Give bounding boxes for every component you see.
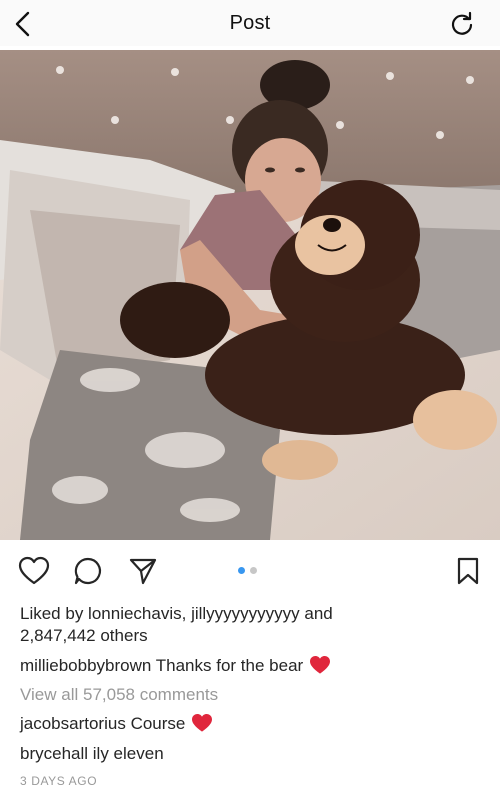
back-button[interactable] bbox=[6, 6, 42, 42]
like-button[interactable] bbox=[17, 554, 51, 588]
action-bar bbox=[0, 548, 500, 592]
liked-user-link[interactable]: jillyyyyyyyyyyy bbox=[191, 604, 300, 623]
liked-and: and bbox=[299, 604, 333, 623]
bookmark-icon bbox=[457, 557, 479, 585]
likes-summary: Liked by lonniechavis, jillyyyyyyyyyyy a… bbox=[20, 603, 490, 625]
carousel-indicator bbox=[238, 567, 257, 574]
liked-separator: , bbox=[181, 604, 192, 623]
comment-text: Course bbox=[130, 714, 186, 733]
share-button[interactable] bbox=[126, 554, 160, 588]
view-all-comments-link[interactable]: View all 57,058 comments bbox=[20, 684, 490, 706]
refresh-button[interactable] bbox=[444, 6, 480, 42]
red-heart-emoji-icon bbox=[310, 656, 331, 674]
top-bar: Post bbox=[0, 0, 500, 46]
photo-illustration bbox=[0, 50, 500, 540]
refresh-icon bbox=[451, 11, 473, 35]
red-heart-emoji-icon bbox=[192, 714, 213, 732]
heart-icon bbox=[18, 556, 50, 585]
comment: brycehall ily eleven bbox=[20, 743, 490, 765]
carousel-dot-active bbox=[238, 567, 245, 574]
comment-text: ily eleven bbox=[92, 744, 164, 763]
share-icon bbox=[129, 558, 157, 585]
liked-user-link[interactable]: lonniechavis bbox=[88, 604, 182, 623]
comment-username[interactable]: brycehall bbox=[20, 744, 88, 763]
post-photo[interactable] bbox=[0, 50, 500, 540]
page-title: Post bbox=[229, 11, 271, 34]
comment-button[interactable] bbox=[71, 554, 105, 588]
liked-others-link[interactable]: 2,847,442 others bbox=[20, 625, 490, 647]
comment-username[interactable]: jacobsartorius bbox=[20, 714, 126, 733]
comment-icon bbox=[74, 557, 102, 585]
save-button[interactable] bbox=[451, 554, 485, 588]
back-icon bbox=[15, 11, 30, 37]
carousel-dot bbox=[250, 567, 257, 574]
caption-username[interactable]: milliebobbybrown bbox=[20, 656, 151, 675]
comment: jacobsartorius Course bbox=[20, 713, 490, 735]
caption: milliebobbybrown Thanks for the bear bbox=[20, 655, 490, 677]
post-details: Liked by lonniechavis, jillyyyyyyyyyyy a… bbox=[20, 603, 490, 788]
liked-by-prefix: Liked by bbox=[20, 604, 89, 623]
caption-text: Thanks for the bear bbox=[155, 656, 304, 675]
post-timestamp: 3 DAYS AGO bbox=[20, 774, 98, 788]
